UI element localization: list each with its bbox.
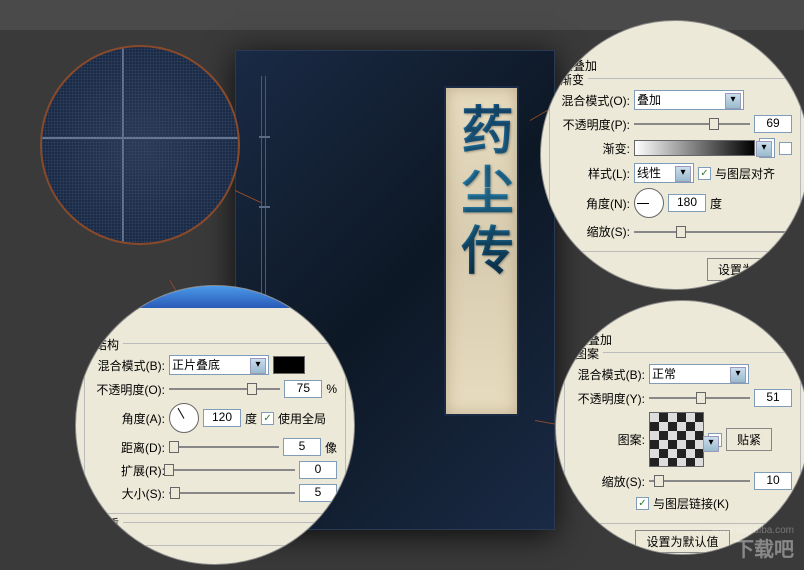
size-input[interactable]: 5 xyxy=(299,484,337,502)
angle-input[interactable]: 180 xyxy=(668,194,706,212)
opacity-slider[interactable] xyxy=(169,388,280,390)
gradient-dropdown[interactable] xyxy=(759,138,775,158)
angle-dial[interactable] xyxy=(169,403,199,433)
opacity-slider[interactable] xyxy=(634,123,750,125)
global-light-label: 使用全局 xyxy=(278,410,326,427)
default-button[interactable]: 设置为默认值 xyxy=(707,258,801,281)
section-label: 图案 xyxy=(571,345,603,362)
scale-label: 缩放(S): xyxy=(573,473,645,490)
slider-thumb[interactable] xyxy=(676,226,686,238)
book-title-text: 药尘传 xyxy=(444,103,519,283)
distance-input[interactable]: 5 xyxy=(283,438,321,456)
quality-label: 品质 xyxy=(91,515,123,532)
drop-shadow-panel: 投影 结构 混合模式(B): 正片叠底 不透明度(O): 75 % xyxy=(75,285,355,565)
pattern-dropdown-icon[interactable] xyxy=(708,433,722,447)
angle-input[interactable]: 120 xyxy=(203,409,241,427)
section-label: 结构 xyxy=(91,336,123,353)
blend-mode-select[interactable]: 正常 xyxy=(649,364,749,384)
panel-title: 投影 xyxy=(84,322,346,339)
align-label: 与图层对齐 xyxy=(715,165,775,182)
scale-slider[interactable] xyxy=(634,231,792,233)
blend-mode-select[interactable]: 叠加 xyxy=(634,90,744,110)
slider-thumb[interactable] xyxy=(169,441,179,453)
opacity-slider[interactable] xyxy=(649,397,750,399)
watermark-text: 下载吧 xyxy=(734,533,794,562)
spread-label: 扩展(R): xyxy=(93,462,165,479)
shadow-color-swatch[interactable] xyxy=(273,356,305,374)
blend-mode-label: 混合模式(O): xyxy=(558,92,630,109)
gradient-picker[interactable] xyxy=(634,140,755,156)
slider-thumb[interactable] xyxy=(654,475,664,487)
scale-slider[interactable] xyxy=(649,480,750,482)
distance-slider[interactable] xyxy=(169,446,279,448)
style-label: 样式(L): xyxy=(558,165,630,182)
reverse-checkbox[interactable] xyxy=(779,142,792,155)
slider-thumb[interactable] xyxy=(170,487,180,499)
opacity-input[interactable]: 69 xyxy=(754,115,792,133)
link-layer-label: 与图层链接(K) xyxy=(653,495,729,512)
align-checkbox[interactable]: ✓ xyxy=(698,167,711,180)
angle-label: 角度(N): xyxy=(558,195,630,212)
angle-unit: 度 xyxy=(245,410,257,427)
opacity-label: 不透明度(P): xyxy=(558,116,630,133)
scale-input[interactable]: 10 xyxy=(754,472,792,490)
pattern-overlay-panel: 图案叠加 图案 混合模式(B): 正常 不透明度(Y): 51 图案: xyxy=(555,300,804,555)
opacity-input[interactable]: 75 xyxy=(284,380,322,398)
angle-unit: 度 xyxy=(710,195,722,212)
opacity-unit: % xyxy=(326,382,337,396)
book-title-label: 药尘传 xyxy=(444,86,519,416)
snap-button[interactable]: 贴紧 xyxy=(726,428,772,451)
spread-slider[interactable] xyxy=(169,469,295,471)
opacity-label: 不透明度(Y): xyxy=(573,390,645,407)
blend-mode-label: 混合模式(B): xyxy=(573,366,645,383)
texture-line xyxy=(122,47,124,245)
link-layer-checkbox[interactable]: ✓ xyxy=(636,497,649,510)
style-select[interactable]: 线性 xyxy=(634,163,694,183)
blend-mode-select[interactable]: 正片叠底 xyxy=(169,355,269,375)
zoom-fabric-texture xyxy=(40,45,240,245)
title-bar xyxy=(76,286,354,308)
gradient-overlay-panel: 渐变叠加 渐变 混合模式(O): 叠加 不透明度(P): 69 渐变: xyxy=(540,20,804,290)
pattern-label: 图案: xyxy=(573,431,645,448)
angle-dial[interactable] xyxy=(634,188,664,218)
opacity-label: 不透明度(O): xyxy=(93,381,165,398)
distance-label: 距离(D): xyxy=(93,439,165,456)
scale-label: 缩放(S): xyxy=(558,223,630,240)
opacity-input[interactable]: 51 xyxy=(754,389,792,407)
slider-thumb[interactable] xyxy=(164,464,174,476)
slider-thumb[interactable] xyxy=(247,383,257,395)
pattern-swatch[interactable] xyxy=(649,412,704,467)
texture-line xyxy=(42,137,240,139)
distance-unit: 像 xyxy=(325,439,337,456)
size-slider[interactable] xyxy=(169,492,295,494)
gradient-label: 渐变: xyxy=(558,140,630,157)
size-label: 大小(S): xyxy=(93,485,165,502)
global-light-checkbox[interactable]: ✓ xyxy=(261,412,274,425)
slider-thumb[interactable] xyxy=(696,392,706,404)
blend-mode-label: 混合模式(B): xyxy=(93,357,165,374)
angle-label: 角度(A): xyxy=(93,410,165,427)
slider-thumb[interactable] xyxy=(709,118,719,130)
section-label: 渐变 xyxy=(556,71,588,88)
spread-input[interactable]: 0 xyxy=(299,461,337,479)
